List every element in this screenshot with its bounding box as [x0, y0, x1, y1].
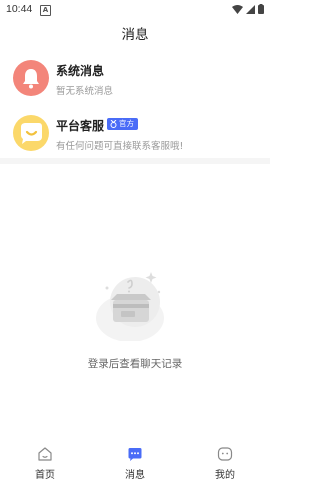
tab-messages[interactable]: 消息 [90, 437, 180, 481]
profile-icon [217, 447, 233, 461]
tab-profile[interactable]: 我的 [180, 437, 270, 481]
message-icon [128, 448, 142, 461]
page-header: 消息 [0, 22, 270, 48]
status-bar: 10:44 A [0, 0, 270, 20]
tab-label: 消息 [125, 470, 145, 481]
notification-icon: A [40, 5, 51, 16]
home-icon [38, 447, 52, 461]
wifi-icon [232, 4, 243, 14]
message-desc: 有任何问题可直接联系客服哦! [56, 141, 184, 152]
section-divider [0, 158, 270, 164]
bottom-tab-bar: 首页 消息 我的 [0, 437, 270, 481]
signal-icon [246, 4, 255, 14]
official-badge: 官方 [107, 118, 138, 130]
tab-label: 首页 [35, 470, 55, 481]
list-item-system-message[interactable]: 系统消息 暂无系统消息 [0, 52, 270, 107]
badge-label: 官方 [119, 119, 134, 128]
battery-icon [258, 4, 264, 14]
list-item-customer-service[interactable]: 平台客服 官方 有任何问题可直接联系客服哦! [0, 107, 270, 162]
tab-home[interactable]: 首页 [0, 437, 90, 481]
page-title: 消息 [121, 27, 149, 43]
bell-icon [13, 60, 49, 96]
status-indicators [232, 4, 264, 14]
message-title: 系统消息 [56, 64, 105, 78]
chat-bubble-icon [13, 115, 49, 151]
tab-label: 我的 [215, 470, 235, 481]
status-time: 10:44 [6, 3, 33, 15]
message-title: 平台客服 [56, 119, 105, 133]
empty-state-text: 登录后查看聊天记录 [87, 358, 183, 370]
message-desc: 暂无系统消息 [56, 86, 114, 97]
medal-icon [110, 120, 117, 128]
empty-box-icon [95, 266, 165, 342]
